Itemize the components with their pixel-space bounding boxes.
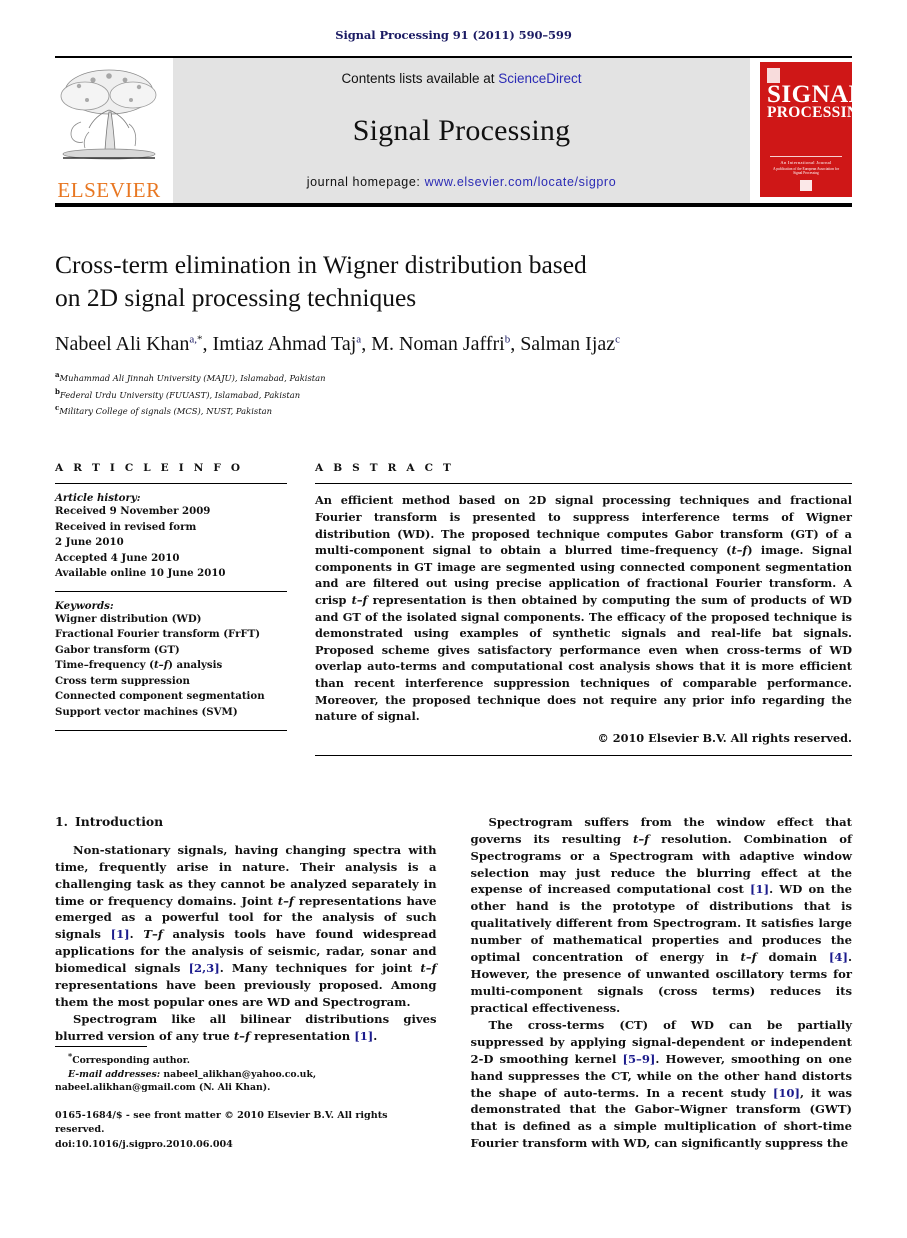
affiliation-text: Federal Urdu University (FUUAST), Islama… — [59, 389, 301, 400]
body-columns: 1. Introduction Non-stationary signals, h… — [55, 814, 852, 1152]
article-history-block: Article history: Received 9 November 200… — [55, 492, 287, 582]
info-abstract-section: A R T I C L E I N F O Article history: R… — [55, 462, 853, 756]
section-heading-introduction: 1. Introduction — [55, 814, 437, 829]
journal-banner: Contents lists available at ScienceDirec… — [173, 58, 750, 203]
article-history-label: Article history: — [55, 492, 141, 505]
cover-footer: An International Journal A publication o… — [770, 156, 842, 175]
author-name: Salman Ijaz — [520, 333, 616, 356]
keyword-item: Connected component segmentation — [55, 690, 265, 703]
abstract-rule — [315, 483, 852, 485]
affiliation-text: Muhammad Ali Jinnah University (MAJU), I… — [59, 373, 326, 384]
author-name: Nabeel Ali Khan — [55, 333, 190, 356]
cover-title-line1: SIGNAL — [767, 81, 852, 108]
author-affiliation-mark: c — [615, 333, 621, 346]
keyword-item: Cross term suppression — [55, 674, 190, 687]
journal-name: Signal Processing — [352, 113, 571, 147]
history-item: 2 June 2010 — [55, 536, 124, 549]
author-separator: , — [510, 333, 521, 356]
body-column-left: 1. Introduction Non-stationary signals, h… — [55, 814, 437, 1152]
journal-masthead: ELSEVIER Contents lists available at Sci… — [55, 56, 852, 203]
email-address-1[interactable]: nabeel_alikhan@yahoo.co.uk, — [163, 1069, 316, 1080]
cover-footer-line1: An International Journal — [780, 160, 832, 165]
affiliation-item: cMilitary College of signals (MCS), NUST… — [55, 402, 852, 418]
title-block: Cross-term elimination in Wigner distrib… — [55, 249, 852, 418]
paper-page: Signal Processing 91 (2011) 590–599 ELSE… — [0, 0, 907, 1238]
contents-available-line: Contents lists available at ScienceDirec… — [341, 71, 581, 86]
imprint-line1: 0165-1684/$ - see front matter © 2010 El… — [55, 1110, 388, 1136]
imprint-line2: doi:10.1016/j.sigpro.2010.06.004 — [55, 1138, 233, 1150]
footnote-rule — [55, 1045, 147, 1047]
affiliation-text: Military College of signals (MCS), NUST,… — [59, 405, 272, 416]
abstract-heading: A B S T R A C T — [315, 462, 455, 475]
keyword-item: Fractional Fourier transform (FrFT) — [55, 628, 261, 641]
affiliation-item: bFederal Urdu University (FUUAST), Islam… — [55, 386, 852, 402]
email-note-line1: E-mail addresses: nabeel_alikhan@yahoo.c… — [55, 1068, 437, 1082]
article-info-bottom-rule — [55, 730, 287, 732]
article-info-column: A R T I C L E I N F O Article history: R… — [55, 462, 287, 755]
contents-prefix: Contents lists available at — [341, 71, 499, 86]
homepage-prefix: journal homepage: — [306, 175, 425, 189]
elsevier-tree-icon — [59, 62, 159, 166]
cover-title-line2: PROCESSING — [767, 104, 852, 121]
journal-cover-thumbnail: SIGNAL PROCESSING An International Journ… — [760, 62, 852, 197]
sciencedirect-link[interactable]: ScienceDirect — [498, 71, 581, 86]
article-info-rule — [55, 483, 287, 485]
article-info-heading: A R T I C L E I N F O — [55, 462, 244, 475]
author-separator: , — [202, 333, 213, 356]
paper-title-line2: on 2D signal processing techniques — [55, 282, 417, 312]
keywords-label: Keywords: — [55, 599, 114, 612]
author-name: Imtiaz Ahmad Taj — [212, 333, 357, 356]
history-item: Received 9 November 2009 — [55, 505, 211, 518]
author-entry: M. Noman Jaffrib, — [371, 333, 520, 355]
body-column-right: Spectrogram suffers from the window effe… — [471, 814, 853, 1152]
paper-title: Cross-term elimination in Wigner distrib… — [55, 249, 852, 314]
journal-homepage-link[interactable]: www.elsevier.com/locate/sigpro — [425, 175, 617, 189]
history-item: Received in revised form — [55, 520, 197, 533]
section-number: 1. — [55, 813, 68, 829]
history-item: Available online 10 June 2010 — [55, 567, 226, 580]
elsevier-logo: ELSEVIER — [55, 58, 163, 203]
paragraph: Spectrogram suffers from the window effe… — [470, 814, 853, 1015]
paragraph: Spectrogram like all bilinear distributi… — [55, 1012, 437, 1043]
keywords-list: Wigner distribution (WD) Fractional Four… — [55, 612, 287, 721]
author-entry: Nabeel Ali Khana,*, — [55, 333, 213, 355]
corresponding-author-text: Corresponding author. — [72, 1054, 191, 1066]
email-address-2[interactable]: nabeel.alikhan@gmail.com (N. Ali Khan). — [55, 1082, 270, 1093]
journal-homepage-line: journal homepage: www.elsevier.com/locat… — [307, 175, 617, 189]
email-label: E-mail addresses: — [68, 1068, 161, 1080]
elsevier-wordmark: ELSEVIER — [57, 178, 161, 202]
keyword-item: Wigner distribution (WD) — [55, 612, 202, 625]
history-item: Accepted 4 June 2010 — [55, 551, 180, 564]
article-history-list: Received 9 November 2009 Received in rev… — [55, 504, 287, 582]
author-name: M. Noman Jaffri — [371, 333, 505, 356]
author-list: Nabeel Ali Khana,*, Imtiaz Ahmad Taja, M… — [55, 333, 852, 356]
email-note-line2: nabeel.alikhan@gmail.com (N. Ali Khan). — [55, 1081, 437, 1095]
paper-title-line1: Cross-term elimination in Wigner distrib… — [55, 250, 587, 279]
paragraph: Non-stationary signals, having changing … — [55, 842, 437, 1010]
cover-society-mark-icon — [800, 180, 812, 191]
imprint-block: 0165-1684/$ - see front matter © 2010 El… — [55, 1109, 437, 1152]
running-head: Signal Processing 91 (2011) 590–599 — [335, 28, 572, 42]
masthead-bottom-rule — [55, 203, 852, 207]
keywords-rule — [55, 590, 287, 592]
footnote-block: *Corresponding author. E-mail addresses:… — [55, 1045, 437, 1153]
affiliation-item: aMuhammad Ali Jinnah University (MAJU), … — [55, 369, 852, 385]
affiliation-list: aMuhammad Ali Jinnah University (MAJU), … — [55, 369, 852, 418]
author-entry: Salman Ijazc — [520, 333, 620, 355]
cover-footer-line2: A publication of the European Associatio… — [772, 167, 840, 175]
abstract-bottom-rule — [315, 754, 852, 756]
keyword-item: Support vector machines (SVM) — [55, 705, 238, 718]
cover-title: SIGNAL PROCESSING — [767, 81, 852, 121]
author-entry: Imtiaz Ahmad Taja, — [213, 333, 372, 355]
abstract-text: An efficient method based on 2D signal p… — [315, 493, 852, 724]
section-title: Introduction — [74, 813, 164, 829]
keyword-item: Gabor transform (GT) — [55, 643, 180, 656]
paragraph: The cross-terms (CT) of WD can be partia… — [470, 1017, 853, 1151]
author-separator: , — [361, 333, 372, 356]
abstract-column: A B S T R A C T An efficient method base… — [315, 462, 853, 756]
author-affiliation-mark: a, — [189, 333, 198, 346]
keyword-item: Time–frequency (t–f) analysis — [55, 659, 223, 672]
abstract-copyright: © 2010 Elsevier B.V. All rights reserved… — [597, 730, 853, 745]
corresponding-author-note: *Corresponding author. — [55, 1051, 437, 1068]
